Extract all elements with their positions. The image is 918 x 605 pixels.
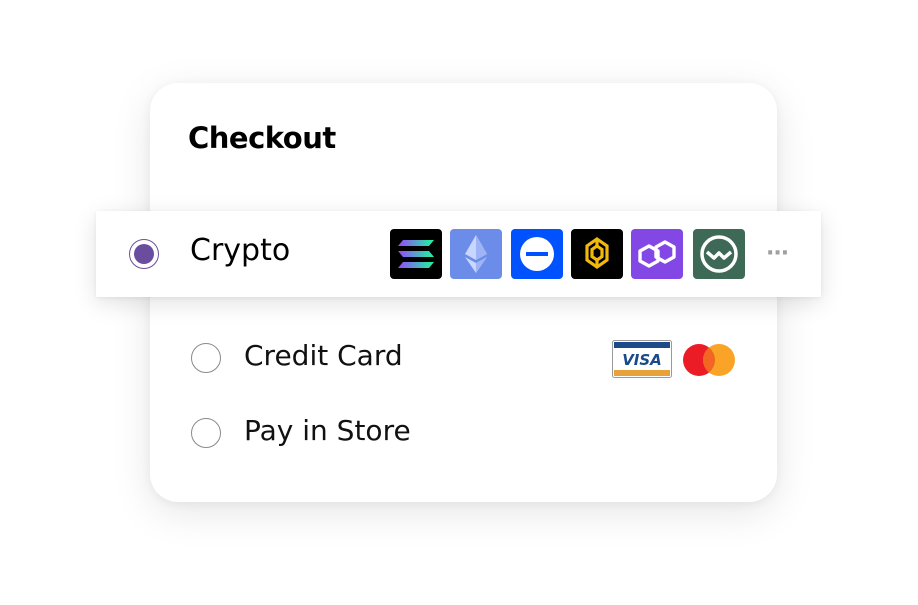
crypto-label[interactable]: Crypto [190,233,290,268]
pay-in-store-label[interactable]: Pay in Store [244,414,411,447]
credit-card-radio[interactable] [191,343,221,373]
polygon-icon [631,229,683,279]
more-options-icon[interactable]: ··· [766,241,789,266]
binance-icon [571,229,623,279]
credit-card-label[interactable]: Credit Card [244,339,403,372]
solana-icon [390,229,442,279]
ethereum-icon [450,229,502,279]
visa-text: VISA [622,351,662,369]
gnosis-icon [693,229,745,279]
crypto-option-row[interactable]: Crypto ··· [96,211,821,297]
crypto-radio[interactable] [129,239,159,269]
mastercard-icon [681,342,737,378]
pay-in-store-radio[interactable] [191,418,221,448]
checkout-title: Checkout [188,121,336,155]
coinbase-icon [511,229,563,279]
visa-icon: VISA [612,340,672,378]
